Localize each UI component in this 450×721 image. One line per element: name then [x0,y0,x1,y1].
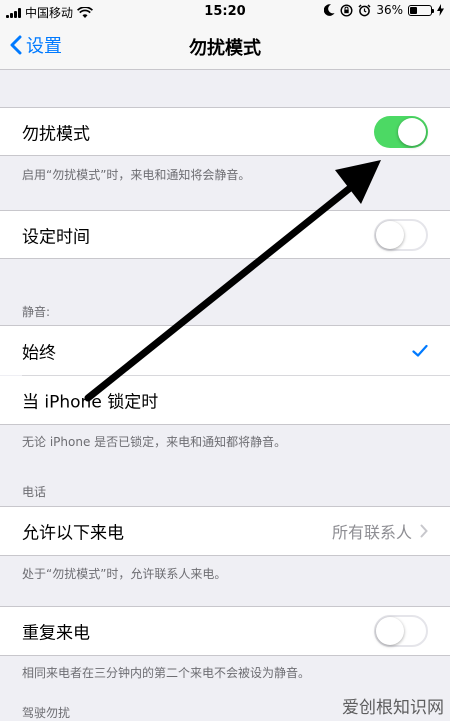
status-right: 36% [324,3,444,17]
watermark: 爱创根知识网 [342,698,444,718]
page-title: 勿扰模式 [189,38,261,59]
toggle-knob [376,617,404,645]
battery-percent: 36% [376,3,403,17]
repeated-calls-footer: 相同来电者在三分钟内的第二个来电不会被设为静音。 [22,666,311,680]
navigation-bar: 设置 勿扰模式 [0,24,450,70]
repeated-calls-toggle[interactable] [374,615,428,647]
divider [0,555,450,556]
repeated-calls-label: 重复来电 [22,623,90,644]
dnd-toggle[interactable] [374,115,428,148]
toggle-knob [376,220,404,249]
silence-always-label: 始终 [22,343,56,363]
allow-calls-label: 允许以下来电 [22,523,124,544]
rotation-lock-icon [340,3,353,17]
allow-calls-detail: 所有联系人 [332,519,428,543]
scheduled-toggle[interactable] [374,218,428,251]
battery-icon [408,4,434,16]
moon-icon [324,4,335,16]
alarm-icon [358,3,371,16]
scheduled-row[interactable]: 设定时间 [0,211,450,258]
dnd-footer: 启用“勿扰模式”时，来电和通知将会静音。 [22,168,251,182]
allow-calls-row[interactable]: 允许以下来电 所有联系人 [0,507,450,555]
silence-header: 静音: [22,305,51,319]
divider [0,424,450,425]
silence-locked-label: 当 iPhone 锁定时 [22,392,159,413]
dnd-row[interactable]: 勿扰模式 [0,108,450,155]
silence-locked-row[interactable]: 当 iPhone 锁定时 [0,376,450,424]
charging-icon [437,4,444,16]
divider [0,258,450,259]
dnd-label: 勿扰模式 [22,124,90,144]
silence-footer: 无论 iPhone 是否已锁定，来电和通知都将静音。 [22,435,287,449]
repeated-calls-row[interactable]: 重复来电 [0,607,450,655]
silence-always-row[interactable]: 始终 [0,326,450,375]
checkmark-icon [412,344,428,357]
phone-footer: 处于“勿扰模式”时，允许联系人来电。 [22,567,227,581]
status-bar: 中国移动 15:20 36% [0,0,450,24]
toggle-knob [398,117,426,146]
driving-header: 驾驶勿扰 [22,706,71,720]
phone-header: 电话 [22,485,47,499]
allow-calls-value: 所有联系人 [331,523,412,542]
chevron-right-icon [420,524,428,538]
divider [0,655,450,656]
divider [0,155,450,156]
scheduled-label: 设定时间 [22,227,90,247]
